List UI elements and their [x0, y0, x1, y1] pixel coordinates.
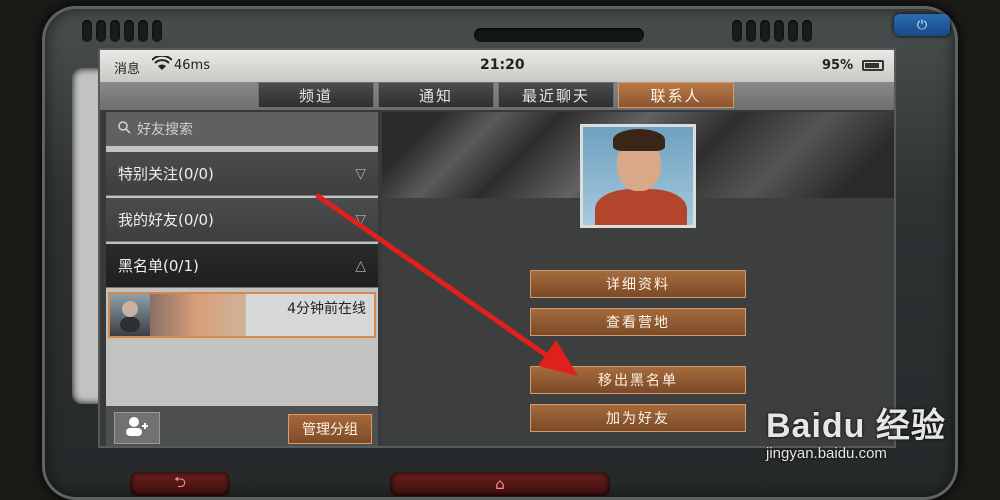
- screen: 消息 46ms 21:20 95% 频道 通知 最近聊天 联系人 好友搜索 特别…: [98, 48, 896, 448]
- add-friend-icon: [125, 416, 149, 440]
- chevron-up-icon: △: [355, 257, 366, 274]
- back-icon: ⮌: [173, 472, 186, 491]
- panel-footer: 管理分组: [106, 406, 378, 446]
- chevron-down-icon: ▽: [355, 211, 366, 228]
- group-my-friends[interactable]: 我的好友(0/0) ▽: [106, 198, 378, 242]
- signal-label: 消息: [114, 62, 141, 77]
- remove-from-blacklist-button[interactable]: 移出黑名单: [530, 366, 746, 394]
- avatar: [110, 294, 150, 336]
- tab-recent-chat[interactable]: 最近聊天: [498, 82, 614, 108]
- back-button[interactable]: ⮌: [130, 472, 230, 496]
- add-friend-button[interactable]: [114, 412, 160, 444]
- search-placeholder: 好友搜索: [137, 122, 193, 138]
- home-button[interactable]: ⌂: [390, 472, 610, 496]
- wifi-icon: [151, 54, 173, 76]
- watermark-logo: Baidu 经验: [766, 407, 946, 445]
- contacts-panel: 好友搜索 特别关注(0/0) ▽ 我的好友(0/0) ▽ 黑名单(0/1) △ …: [106, 112, 378, 446]
- chevron-down-icon: ▽: [355, 165, 366, 182]
- power-button[interactable]: ⏻: [894, 14, 950, 36]
- group-blacklist[interactable]: 黑名单(0/1) △: [106, 244, 378, 288]
- battery-percent: 95%: [822, 58, 854, 73]
- home-icon: ⌂: [495, 475, 505, 493]
- ping-value: 46ms: [174, 58, 210, 73]
- status-bar: 消息 46ms 21:20 95%: [100, 50, 894, 82]
- group-label: 黑名单(0/1): [118, 257, 199, 275]
- view-camp-button[interactable]: 查看营地: [530, 308, 746, 336]
- contact-portrait: [580, 124, 696, 228]
- vent-right: [732, 20, 812, 42]
- friend-search-input[interactable]: 好友搜索: [106, 112, 378, 146]
- group-special-follow[interactable]: 特别关注(0/0) ▽: [106, 152, 378, 196]
- watermark: Baidu 经验 jingyan.baidu.com: [766, 398, 946, 462]
- speaker-slot: [474, 28, 644, 42]
- search-icon: [118, 120, 131, 138]
- tab-contacts[interactable]: 联系人: [618, 82, 734, 108]
- view-profile-button[interactable]: 详细资料: [530, 270, 746, 298]
- blurred-name: [150, 294, 246, 336]
- manage-groups-button[interactable]: 管理分组: [288, 414, 372, 444]
- last-online: 4分钟前在线: [287, 301, 366, 317]
- group-label: 我的好友(0/0): [118, 211, 214, 229]
- add-friend-action-button[interactable]: 加为好友: [530, 404, 746, 432]
- group-label: 特别关注(0/0): [118, 165, 214, 183]
- clock: 21:20: [480, 57, 525, 73]
- tab-channel[interactable]: 频道: [258, 82, 374, 108]
- battery-icon: [862, 60, 884, 71]
- vent-left: [82, 20, 162, 42]
- tab-notice[interactable]: 通知: [378, 82, 494, 108]
- power-icon: ⏻: [916, 17, 928, 33]
- watermark-url: jingyan.baidu.com: [766, 445, 887, 462]
- blacklist-entry[interactable]: 4分钟前在线: [108, 292, 376, 338]
- tab-bar: 频道 通知 最近聊天 联系人: [258, 82, 734, 108]
